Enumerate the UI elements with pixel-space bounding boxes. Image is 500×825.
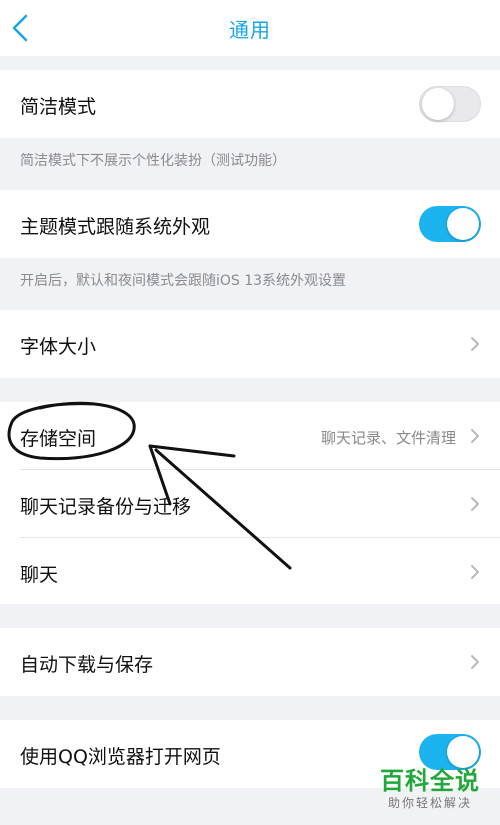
qq-browser-label: 使用QQ浏览器打开网页: [20, 746, 221, 768]
watermark-subtitle: 助你轻松解决: [387, 796, 472, 810]
chat-row[interactable]: 聊天: [0, 538, 500, 604]
theme-follow-toggle[interactable]: [419, 206, 481, 242]
storage-value: 聊天记录、文件清理: [320, 429, 456, 447]
auto-download-label: 自动下载与保存: [20, 654, 154, 676]
chevron-right-icon: [471, 655, 479, 669]
theme-follow-label: 主题模式跟随系统外观: [20, 216, 211, 238]
navigation-bar: 通用: [0, 0, 500, 56]
chevron-right-icon: [471, 337, 479, 351]
watermark-title: 百科全说: [380, 767, 480, 795]
theme-follow-note: 开启后，默认和夜间模式会跟随iOS 13系统外观设置: [20, 273, 347, 289]
font-size-label: 字体大小: [20, 336, 97, 358]
watermark-logo: 百科全说 助你轻松解决: [372, 767, 488, 815]
chat-label: 聊天: [20, 564, 59, 586]
simple-mode-note: 简洁模式下不展示个性化装扮（测试功能）: [20, 153, 286, 169]
toggle-knob: [422, 88, 454, 120]
theme-follow-row[interactable]: 主题模式跟随系统外观: [0, 190, 500, 258]
simple-mode-row[interactable]: 简洁模式: [0, 70, 500, 138]
chevron-right-icon: [471, 497, 479, 511]
toggle-knob: [447, 736, 479, 768]
storage-group: 存储空间 聊天记录、文件清理 聊天记录备份与迁移 聊天: [0, 402, 500, 604]
backup-row[interactable]: 聊天记录备份与迁移: [0, 470, 500, 537]
font-size-row[interactable]: 字体大小: [0, 310, 500, 378]
storage-row[interactable]: 存储空间 聊天记录、文件清理: [0, 402, 500, 469]
toggle-knob: [447, 208, 479, 240]
chevron-right-icon: [471, 565, 479, 579]
simple-mode-label: 简洁模式: [20, 96, 97, 118]
auto-download-row[interactable]: 自动下载与保存: [0, 628, 500, 696]
page-title: 通用: [229, 18, 271, 42]
storage-label: 存储空间: [20, 428, 97, 450]
qq-browser-toggle[interactable]: [419, 734, 481, 770]
chevron-right-icon: [471, 429, 479, 443]
backup-label: 聊天记录备份与迁移: [20, 496, 192, 518]
simple-mode-toggle[interactable]: [419, 86, 481, 122]
